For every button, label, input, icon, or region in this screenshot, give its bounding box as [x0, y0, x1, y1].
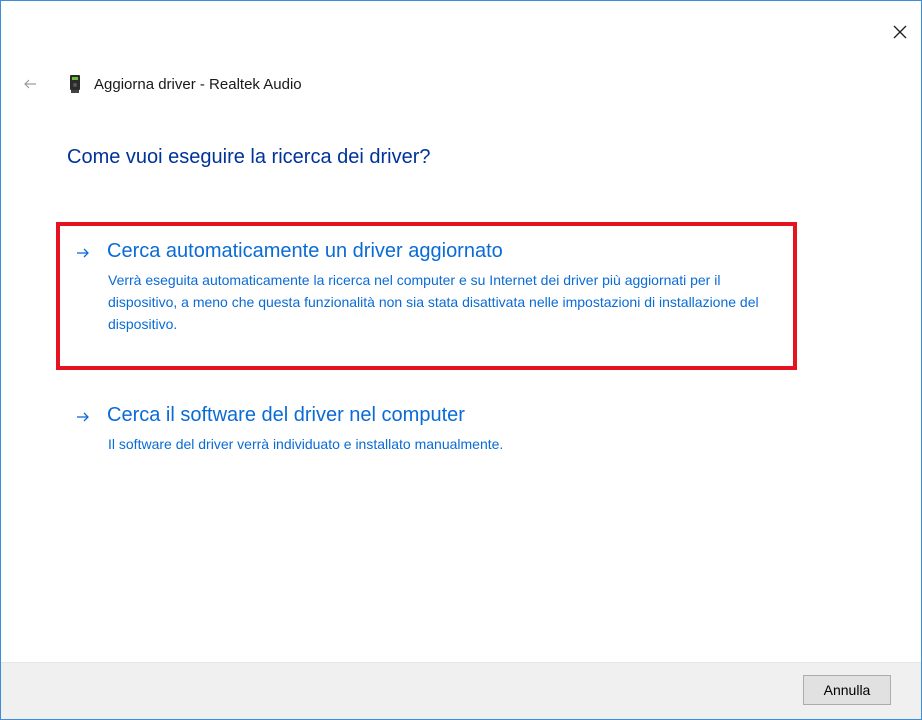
update-driver-dialog: Aggiorna driver - Realtek Audio Come vuo… [0, 0, 922, 720]
option-description: Verrà eseguita automaticamente la ricerc… [108, 272, 759, 332]
back-arrow-icon[interactable] [23, 77, 37, 91]
page-heading: Come vuoi eseguire la ricerca dei driver… [67, 146, 431, 168]
option-title: Cerca automaticamente un driver aggiorna… [107, 240, 503, 262]
browse-computer-option[interactable]: Cerca il software del driver nel compute… [76, 404, 776, 455]
close-button[interactable] [887, 19, 913, 45]
audio-device-icon [70, 75, 80, 93]
dialog-header: Aggiorna driver - Realtek Audio [23, 69, 302, 99]
dialog-footer: Annulla [1, 662, 921, 719]
arrow-right-icon [77, 412, 89, 421]
arrow-right-icon [77, 248, 89, 257]
option-title: Cerca il software del driver nel compute… [107, 404, 465, 426]
dialog-title: Aggiorna driver - Realtek Audio [94, 75, 302, 93]
close-icon [893, 25, 907, 39]
option-header: Cerca il software del driver nel compute… [76, 404, 776, 427]
search-automatically-option[interactable]: Cerca automaticamente un driver aggiorna… [76, 240, 776, 335]
cancel-button[interactable]: Annulla [803, 675, 891, 705]
option-header: Cerca automaticamente un driver aggiorna… [76, 240, 776, 263]
option-description: Il software del driver verrà individuato… [108, 436, 504, 452]
